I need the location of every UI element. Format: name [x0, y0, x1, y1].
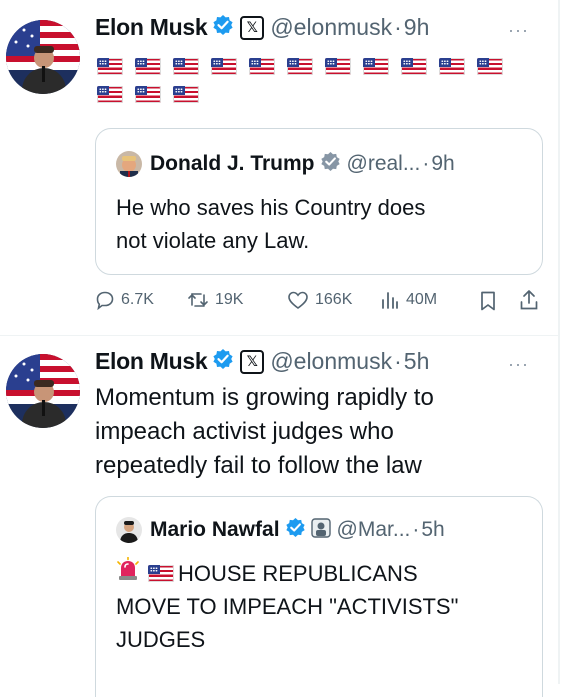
affiliate-badge-icon	[310, 517, 331, 543]
us-flag-icon	[401, 58, 427, 75]
verified-badge-icon	[212, 348, 234, 375]
quoted-tweet-text: HOUSE REPUBLICANS MOVE TO IMPEACH "ACTIV…	[116, 556, 459, 656]
quoted-tweet-text: He who saves his Country does not violat…	[116, 191, 425, 257]
share-icon	[520, 290, 538, 310]
separator-dot: ·	[412, 518, 420, 541]
author-handle[interactable]: @elonmusk	[270, 348, 392, 375]
like-count: 166K	[315, 291, 353, 308]
author-name[interactable]: Elon Musk	[95, 348, 208, 375]
view-count: 40M	[406, 291, 438, 308]
tweet-time[interactable]: 5h	[404, 348, 430, 375]
tweet-text-line: repeatedly fail to follow the law	[95, 452, 422, 479]
share-button[interactable]	[519, 289, 545, 311]
bookmark-icon	[481, 291, 495, 311]
us-flag-icon	[287, 58, 313, 75]
quoted-author-name[interactable]: Mario Nawfal	[150, 518, 280, 542]
views-button[interactable]: 40M	[380, 290, 437, 310]
verified-badge-icon	[212, 14, 234, 41]
quoted-tweet-text-line: MOVE TO IMPEACH "ACTIVISTS"	[116, 594, 459, 619]
quoted-tweet-text-line: not violate any Law.	[116, 228, 310, 253]
quoted-tweet-text-line: HOUSE REPUBLICANS	[178, 561, 418, 586]
us-flag-icon	[135, 86, 161, 103]
avatar-elon-musk[interactable]	[6, 20, 80, 94]
more-icon[interactable]: ···	[508, 20, 529, 41]
reply-icon	[96, 291, 114, 310]
quoted-tweet-text-line-1: HOUSE REPUBLICANS	[116, 556, 458, 590]
siren-icon	[116, 556, 140, 590]
quoted-tweet[interactable]: Mario Nawfal @Mar... · 5h HOUSE REPUBLIC…	[95, 496, 543, 697]
x-logo-icon: 𝕏	[240, 349, 265, 374]
tweet-header: Elon Musk 𝕏 @elonmusk · 5h	[95, 348, 429, 375]
separator-dot: ·	[394, 14, 402, 40]
tweet-actions: 6.7K 19K 166K 40M	[95, 288, 545, 314]
bookmark-button[interactable]	[479, 290, 503, 312]
tweet-1[interactable]: Elon Musk 𝕏 @elonmusk · 9h ··· Donald J.…	[0, 0, 560, 335]
like-button[interactable]: 166K	[287, 290, 352, 310]
us-flag-icon	[173, 86, 199, 103]
us-flag-icon	[173, 58, 199, 75]
tweet-text-line: Momentum is growing rapidly to	[95, 384, 434, 411]
reply-count: 6.7K	[121, 291, 154, 308]
quoted-tweet-time: 9h	[431, 152, 455, 175]
separator-dot: ·	[422, 152, 430, 175]
us-flag-icon	[135, 58, 161, 75]
us-flag-icon	[363, 58, 389, 75]
repost-count: 19K	[215, 291, 244, 308]
tweet-header: Elon Musk 𝕏 @elonmusk · 9h	[95, 14, 429, 41]
avatar-donald-trump	[116, 151, 142, 177]
views-icon	[382, 292, 398, 309]
quoted-tweet-text-line: He who saves his Country does	[116, 195, 426, 220]
avatar-elon-musk[interactable]	[6, 354, 80, 428]
verified-badge-icon	[320, 151, 341, 177]
quoted-tweet[interactable]: Donald J. Trump @real... · 9h He who sav…	[95, 128, 543, 275]
us-flag-icon	[325, 58, 351, 75]
us-flag-icon	[148, 565, 174, 582]
repost-icon	[188, 293, 208, 307]
quoted-author-handle: @Mar...	[336, 518, 411, 541]
us-flag-icon	[97, 58, 123, 75]
quoted-tweet-header: Donald J. Trump @real... · 9h	[150, 151, 455, 177]
quoted-tweet-text-line: JUDGES	[116, 627, 206, 652]
us-flag-icon	[249, 58, 275, 75]
more-icon[interactable]: ···	[508, 354, 529, 375]
quoted-tweet-header: Mario Nawfal @Mar... · 5h	[150, 517, 445, 543]
avatar-mario-nawfal	[116, 517, 142, 543]
us-flag-icon	[477, 58, 503, 75]
x-logo-icon: 𝕏	[240, 15, 265, 40]
quoted-author-name[interactable]: Donald J. Trump	[150, 152, 315, 176]
author-handle[interactable]: @elonmusk	[270, 14, 392, 41]
repost-button[interactable]: 19K	[187, 290, 243, 310]
us-flag-icon	[97, 86, 123, 103]
gold-badge-icon	[285, 517, 306, 543]
tweet-time[interactable]: 9h	[404, 14, 430, 41]
quoted-tweet-time: 5h	[421, 518, 445, 541]
flag-emoji-row	[97, 58, 517, 103]
author-name[interactable]: Elon Musk	[95, 14, 208, 41]
tweet-text: Momentum is growing rapidly to impeach a…	[95, 381, 434, 483]
reply-button[interactable]: 6.7K	[95, 290, 154, 310]
us-flag-icon	[439, 58, 465, 75]
like-icon	[288, 291, 308, 309]
us-flag-icon	[211, 58, 237, 75]
separator-dot: ·	[394, 348, 402, 374]
tweet-2[interactable]: Elon Musk 𝕏 @elonmusk · 5h ··· Momentum …	[0, 336, 560, 697]
quoted-author-handle: @real...	[346, 152, 421, 175]
tweet-text-line: impeach activist judges who	[95, 418, 394, 445]
